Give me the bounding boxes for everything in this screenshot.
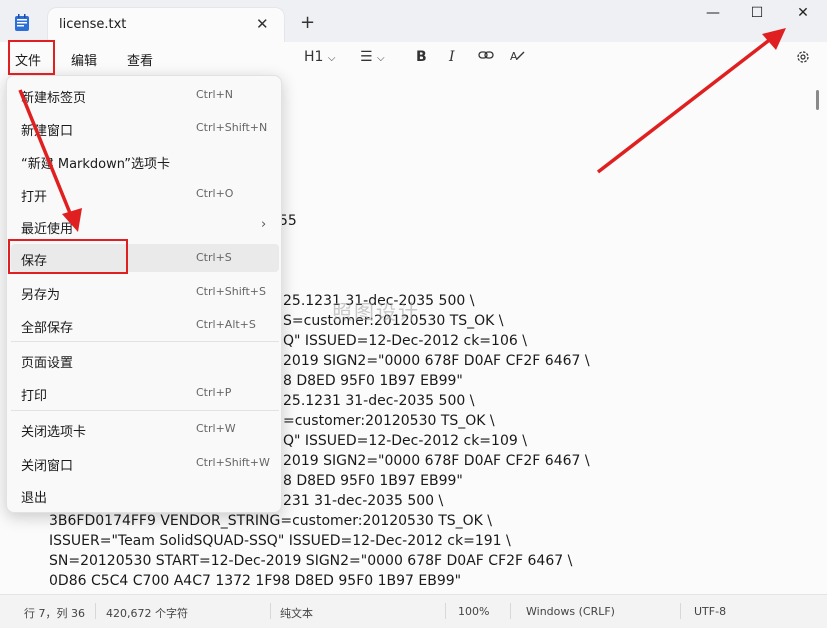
list-icon: ☰ — [360, 49, 373, 65]
menu-item-recent[interactable]: 最近使用 › — [11, 212, 279, 240]
menu-item-label: 打开 — [21, 190, 48, 205]
heading-label: H1 — [304, 49, 324, 65]
cursor-position: 行 7，列 36 — [24, 607, 85, 620]
menu-item-save-as[interactable]: 另存为 Ctrl+Shift+S — [11, 278, 279, 306]
menu-item-label: “新建 Markdown”选项卡 — [21, 157, 171, 172]
zoom-level[interactable]: 100% — [458, 605, 489, 618]
text-line: Q" ISSUED=12-Dec-2012 ck=109 \ — [283, 433, 527, 449]
link-icon[interactable] — [478, 49, 494, 65]
text-line: ISSUER="Team SolidSQUAD-SSQ" ISSUED=12-D… — [49, 533, 511, 549]
bold-button[interactable]: B — [416, 49, 427, 65]
highlight-box-save — [8, 239, 128, 274]
status-divider — [270, 603, 271, 619]
chevron-down-icon: ⌵ — [327, 53, 336, 64]
menu-item-new-markdown-tab[interactable]: “新建 Markdown”选项卡 — [11, 147, 279, 175]
highlight-box-file-menu — [8, 40, 55, 75]
menu-item-label: 打印 — [21, 389, 48, 404]
chevron-down-icon: ⌵ — [377, 53, 385, 64]
menu-item-label: 页面设置 — [21, 356, 74, 371]
menu-item-print[interactable]: 打印 Ctrl+P — [11, 379, 279, 407]
menu-item-exit[interactable]: 退出 — [11, 481, 279, 509]
menu-item-close-tab[interactable]: 关闭选项卡 Ctrl+W — [11, 415, 279, 443]
encoding: UTF-8 — [694, 605, 727, 618]
title-bar: license.txt ✕ + — ☐ ✕ — [0, 0, 827, 42]
menu-item-label: 全部保存 — [21, 321, 74, 336]
status-bar: 行 7，列 36 420,672 个字符 纯文本 100% Windows (C… — [0, 594, 827, 628]
settings-gear-icon[interactable] — [795, 49, 811, 69]
menu-item-close-window[interactable]: 关闭窗口 Ctrl+Shift+W — [11, 449, 279, 477]
menu-item-shortcut: Ctrl+P — [196, 386, 232, 399]
spellcheck-icon[interactable]: A — [510, 49, 526, 67]
text-line: 231 31-dec-2035 500 \ — [283, 493, 444, 509]
menu-item-label: 关闭窗口 — [21, 459, 74, 474]
text-line: 25.1231 31-dec-2035 500 \ — [283, 393, 475, 409]
svg-text:A: A — [510, 50, 518, 63]
menu-edit[interactable]: 编辑 — [71, 50, 97, 69]
menu-item-shortcut: Ctrl+N — [196, 88, 234, 101]
status-divider — [445, 603, 446, 619]
text-line: 8 D8ED 95F0 1B97 EB99" — [283, 473, 463, 489]
maximize-button[interactable]: ☐ — [742, 5, 772, 27]
menu-item-shortcut: Ctrl+Shift+S — [196, 285, 266, 298]
new-tab-button[interactable]: + — [300, 12, 315, 33]
menu-item-shortcut: Ctrl+Shift+N — [196, 121, 268, 134]
menu-item-shortcut: Ctrl+S — [196, 251, 232, 264]
status-divider — [680, 603, 681, 619]
notepad-icon — [15, 14, 29, 31]
menu-separator — [11, 341, 279, 342]
menu-item-label: 最近使用 — [21, 222, 74, 237]
tab-license[interactable]: license.txt ✕ — [48, 8, 284, 42]
text-line: 0D86 C5C4 C700 A4C7 1372 1F98 D8ED 95F0 … — [49, 573, 462, 589]
menu-item-new-tab[interactable]: 新建标签页 Ctrl+N — [11, 81, 279, 109]
text-line: Q" ISSUED=12-Dec-2012 ck=106 \ — [283, 333, 527, 349]
char-count: 420,672 个字符 — [106, 607, 188, 620]
italic-button[interactable]: I — [449, 49, 455, 65]
menu-view[interactable]: 查看 — [127, 50, 153, 69]
file-format: 纯文本 — [280, 607, 313, 620]
menu-item-label: 新建标签页 — [21, 91, 87, 106]
heading-button[interactable]: H1 ⌵ — [304, 49, 335, 65]
menu-item-label: 另存为 — [21, 288, 61, 303]
menu-item-label: 关闭选项卡 — [21, 425, 87, 440]
menu-bar: 文件 编辑 查看 H1 ⌵ ☰ ⌵ B I A — [0, 42, 827, 78]
menu-item-open[interactable]: 打开 Ctrl+O — [11, 180, 279, 208]
menu-item-label: 新建窗口 — [21, 124, 74, 139]
close-window-button[interactable]: ✕ — [788, 5, 818, 27]
tab-close-icon[interactable]: ✕ — [256, 15, 269, 33]
text-line: =customer:20120530 TS_OK \ — [283, 413, 495, 429]
menu-item-page-setup[interactable]: 页面设置 — [11, 346, 279, 374]
menu-item-save-all[interactable]: 全部保存 Ctrl+Alt+S — [11, 311, 279, 339]
list-button[interactable]: ☰ ⌵ — [360, 49, 385, 65]
menu-item-shortcut: Ctrl+Shift+W — [196, 456, 270, 469]
text-line: 2019 SIGN2="0000 678F D0AF CF2F 6467 \ — [283, 353, 590, 369]
menu-item-new-window[interactable]: 新建窗口 Ctrl+Shift+N — [11, 114, 279, 142]
status-divider — [95, 603, 96, 619]
scrollbar-thumb[interactable] — [816, 90, 819, 110]
minimize-button[interactable]: — — [698, 5, 728, 27]
menu-item-shortcut: Ctrl+O — [196, 187, 234, 200]
text-line: SN=20120530 START=12-Dec-2019 SIGN2="000… — [49, 553, 573, 569]
file-menu-dropdown: 新建标签页 Ctrl+N 新建窗口 Ctrl+Shift+N “新建 Markd… — [6, 75, 282, 513]
text-line: 3B6FD0174FF9 VENDOR_STRING=customer:2012… — [49, 513, 493, 529]
watermark: 照图设计 — [332, 300, 420, 324]
chevron-right-icon: › — [261, 217, 267, 232]
line-ending: Windows (CRLF) — [526, 605, 615, 618]
menu-item-label: 退出 — [21, 491, 48, 506]
text-line: 8 D8ED 95F0 1B97 EB99" — [283, 373, 463, 389]
menu-item-shortcut: Ctrl+Alt+S — [196, 318, 256, 331]
text-line: 2019 SIGN2="0000 678F D0AF CF2F 6467 \ — [283, 453, 590, 469]
menu-separator — [11, 410, 279, 411]
status-divider — [510, 603, 511, 619]
menu-item-shortcut: Ctrl+W — [196, 422, 236, 435]
tab-title: license.txt — [59, 17, 127, 32]
